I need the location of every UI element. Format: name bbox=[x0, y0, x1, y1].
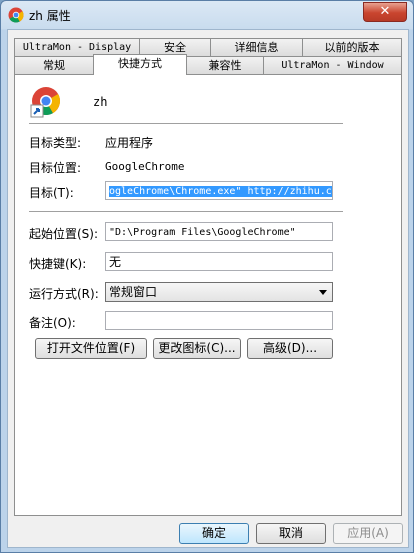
tab-ultramon-window[interactable]: UltraMon - Window bbox=[263, 56, 402, 74]
comment-label: 备注(O): bbox=[29, 316, 76, 330]
tab-row-2: 常规 快捷方式 兼容性 UltraMon - Window bbox=[8, 54, 408, 75]
close-icon: ✕ bbox=[379, 4, 391, 19]
run-select[interactable]: 常规窗口 bbox=[105, 282, 333, 302]
chrome-shortcut-icon bbox=[30, 87, 60, 118]
cancel-button[interactable]: 取消 bbox=[256, 523, 326, 544]
target-location-value: GoogleChrome bbox=[105, 160, 185, 173]
start-in-field[interactable]: "D:\Program Files\GoogleChrome" bbox=[105, 222, 333, 241]
shortcut-name: zh bbox=[93, 95, 108, 109]
close-button[interactable]: ✕ bbox=[363, 2, 407, 22]
tab-general[interactable]: 常规 bbox=[14, 56, 94, 74]
title-bar[interactable]: zh 属性 ✕ bbox=[1, 1, 413, 29]
divider-2 bbox=[29, 211, 343, 212]
tab-compatibility[interactable]: 兼容性 bbox=[186, 56, 264, 74]
advanced-button[interactable]: 高级(D)... bbox=[247, 338, 333, 359]
tab-row-1: UltraMon - Display 安全 详细信息 以前的版本 bbox=[8, 38, 408, 56]
target-field[interactable]: ogleChrome\Chrome.exe" http://zhihu.com bbox=[105, 181, 333, 200]
target-type-label: 目标类型: bbox=[29, 136, 82, 150]
target-location-label: 目标位置: bbox=[29, 161, 82, 175]
run-select-value: 常规窗口 bbox=[109, 285, 158, 299]
shortcut-key-field[interactable]: 无 bbox=[105, 252, 333, 271]
chrome-icon bbox=[8, 7, 24, 23]
start-in-label: 起始位置(S): bbox=[29, 227, 99, 241]
apply-button[interactable]: 应用(A) bbox=[333, 523, 403, 544]
tab-previous-versions[interactable]: 以前的版本 bbox=[302, 38, 402, 56]
ok-button[interactable]: 确定 bbox=[179, 523, 249, 544]
run-label: 运行方式(R): bbox=[29, 287, 99, 301]
target-value: ogleChrome\Chrome.exe" http://zhihu.com bbox=[109, 186, 332, 197]
target-type-value: 应用程序 bbox=[105, 136, 154, 150]
dialog-client: UltraMon - Display 安全 详细信息 以前的版本 常规 快捷方式… bbox=[7, 29, 409, 548]
chevron-down-icon bbox=[319, 290, 327, 295]
target-label: 目标(T): bbox=[29, 186, 74, 200]
change-icon-button[interactable]: 更改图标(C)... bbox=[153, 338, 241, 359]
tab-shortcut[interactable]: 快捷方式 bbox=[93, 54, 187, 75]
tab-details[interactable]: 详细信息 bbox=[210, 38, 303, 56]
open-file-location-button[interactable]: 打开文件位置(F) bbox=[35, 338, 147, 359]
shortcut-panel: zh 目标类型: 应用程序 目标位置: GoogleChrome 目标(T): … bbox=[14, 74, 402, 516]
properties-window: zh 属性 ✕ UltraMon - Display 安全 详细信息 以前的版本… bbox=[0, 0, 414, 553]
comment-field[interactable] bbox=[105, 311, 333, 330]
shortcut-key-label: 快捷键(K): bbox=[29, 257, 87, 271]
divider-1 bbox=[29, 123, 343, 124]
window-title: zh 属性 bbox=[29, 9, 71, 23]
